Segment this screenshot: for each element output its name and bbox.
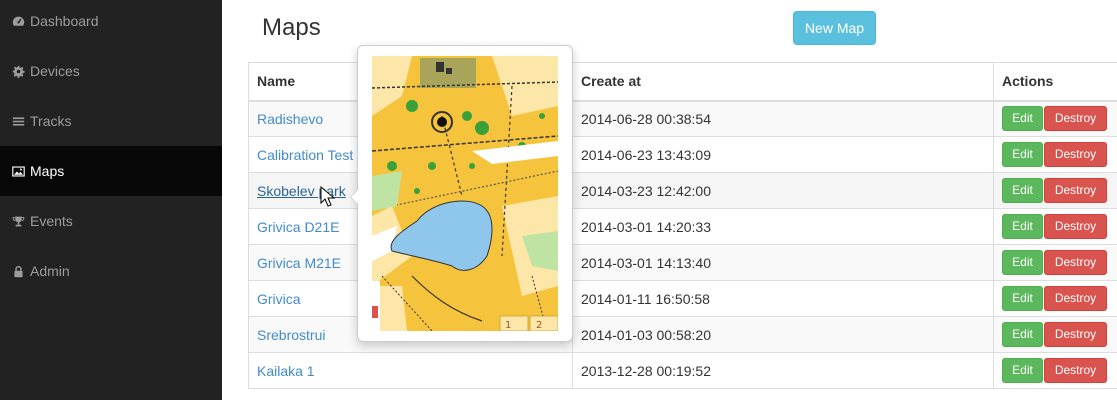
destroy-button[interactable]: Destroy <box>1044 286 1107 311</box>
dashboard-icon <box>11 14 25 28</box>
popover-arrow <box>350 189 358 205</box>
sidebar-item-events[interactable]: Events <box>0 196 222 246</box>
created-cell: 2014-06-28 00:38:54 <box>572 100 994 137</box>
destroy-button[interactable]: Destroy <box>1044 106 1107 132</box>
created-cell: 2014-03-23 12:42:00 <box>572 172 994 209</box>
created-cell: 2014-03-01 14:20:33 <box>572 208 994 245</box>
actions-cell: Edit Destroy <box>993 280 1117 317</box>
created-cell: 2013-12-28 00:19:52 <box>572 352 994 389</box>
actions-cell: Edit Destroy <box>993 244 1117 281</box>
mouse-cursor-icon <box>320 186 336 207</box>
sidebar-item-dashboard[interactable]: Dashboard <box>0 0 222 46</box>
map-preview-popover: 1 2 <box>350 45 573 342</box>
sidebar: Dashboard Devices Tracks Maps Events Adm… <box>0 0 222 400</box>
list-icon <box>11 114 25 128</box>
sidebar-item-admin[interactable]: Admin <box>0 246 222 296</box>
actions-cell: Edit Destroy <box>993 316 1117 353</box>
edit-button[interactable]: Edit <box>1002 322 1043 347</box>
edit-button[interactable]: Edit <box>1002 178 1043 203</box>
destroy-button[interactable]: Destroy <box>1044 358 1107 383</box>
map-mark-1: 1 <box>505 320 511 331</box>
actions-cell: Edit Destroy <box>993 208 1117 245</box>
map-link[interactable]: Kailaka 1 <box>257 363 315 379</box>
edit-button[interactable]: Edit <box>1002 358 1043 383</box>
map-mark-2: 2 <box>536 320 542 331</box>
name-cell: Kailaka 1 <box>248 352 573 389</box>
sidebar-item-label: Tracks <box>30 113 72 129</box>
actions-cell: Edit Destroy <box>993 352 1117 389</box>
trophy-icon <box>11 214 25 228</box>
edit-button[interactable]: Edit <box>1002 106 1043 132</box>
created-cell: 2014-01-11 16:50:58 <box>572 280 994 317</box>
column-header-actions: Actions <box>993 62 1117 102</box>
sidebar-item-label: Maps <box>30 163 65 179</box>
map-link[interactable]: Srebrostrui <box>257 327 325 343</box>
map-link[interactable]: Grivica M21E <box>257 255 341 271</box>
destroy-button[interactable]: Destroy <box>1044 142 1107 167</box>
sidebar-item-label: Admin <box>30 263 70 279</box>
created-cell: 2014-03-01 14:13:40 <box>572 244 994 281</box>
created-cell: 2014-01-03 00:58:20 <box>572 316 994 353</box>
edit-button[interactable]: Edit <box>1002 250 1043 275</box>
map-link[interactable]: Calibration Test <box>257 147 353 163</box>
actions-cell: Edit Destroy <box>993 100 1117 137</box>
sidebar-item-label: Devices <box>30 63 80 79</box>
actions-cell: Edit Destroy <box>993 136 1117 173</box>
destroy-button[interactable]: Destroy <box>1044 178 1107 203</box>
created-cell: 2014-06-23 13:43:09 <box>572 136 994 173</box>
destroy-button[interactable]: Destroy <box>1044 322 1107 347</box>
sidebar-item-maps[interactable]: Maps <box>0 146 222 196</box>
gear-icon <box>11 64 25 78</box>
edit-button[interactable]: Edit <box>1002 142 1043 167</box>
table-row: Kailaka 1 2013-12-28 00:19:52 Edit Destro… <box>248 352 1117 389</box>
destroy-button[interactable]: Destroy <box>1044 250 1107 275</box>
destroy-button[interactable]: Destroy <box>1044 214 1107 239</box>
map-preview-image: 1 2 <box>372 56 558 331</box>
map-link[interactable]: Grivica <box>257 291 301 307</box>
lock-icon <box>11 264 25 278</box>
actions-cell: Edit Destroy <box>993 172 1117 209</box>
new-map-button[interactable]: New Map <box>793 11 876 45</box>
picture-icon <box>11 164 25 178</box>
sidebar-item-label: Events <box>30 213 73 229</box>
map-link[interactable]: Radishevo <box>257 111 323 127</box>
edit-button[interactable]: Edit <box>1002 286 1043 311</box>
map-link[interactable]: Grivica D21E <box>257 219 339 235</box>
page-title: Maps <box>262 14 321 41</box>
sidebar-item-tracks[interactable]: Tracks <box>0 96 222 146</box>
sidebar-item-label: Dashboard <box>30 13 99 29</box>
sidebar-item-devices[interactable]: Devices <box>0 46 222 96</box>
column-header-created[interactable]: Create at <box>572 62 994 102</box>
edit-button[interactable]: Edit <box>1002 214 1043 239</box>
